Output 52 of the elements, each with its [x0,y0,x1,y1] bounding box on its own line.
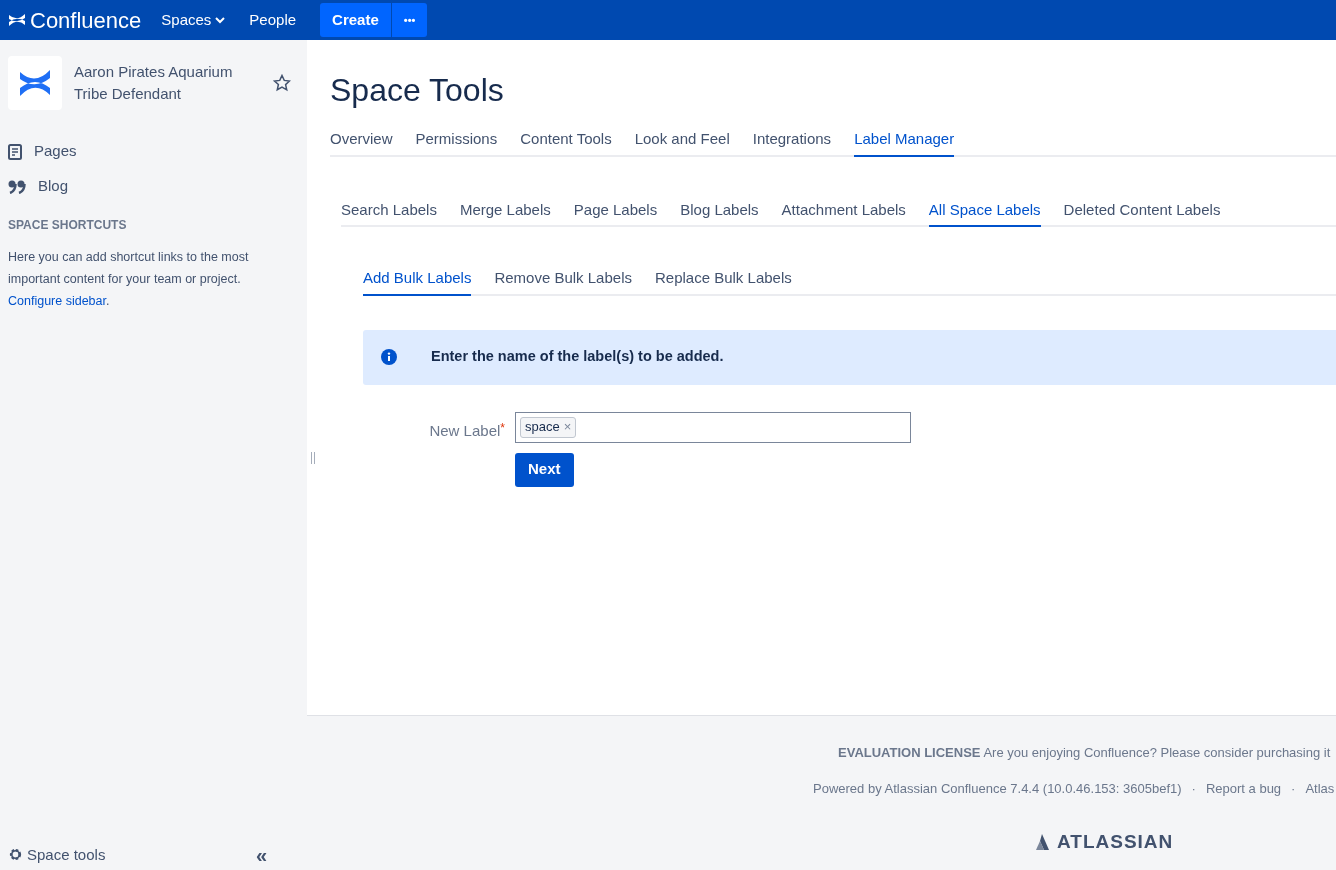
space-name: Aaron Pirates Aquarium Tribe Defendant [74,62,234,104]
tab[interactable]: Attachment Labels [781,198,906,227]
tab[interactable]: Replace Bulk Labels [655,267,792,296]
label-input-field[interactable]: space × [515,411,911,443]
tab[interactable]: Add Bulk Labels [363,267,472,296]
tab[interactable]: Content Tools [520,128,612,157]
separator-dot: · [1291,779,1296,798]
info-icon [381,349,397,365]
space-tools-link[interactable]: Space tools [8,843,106,866]
nav-link[interactable]: People [249,8,297,32]
atlassian-logo: ATLASSIAN [1035,828,1174,857]
tab[interactable]: Overview [330,128,393,157]
tab[interactable]: All Space Labels [928,198,1041,227]
tab[interactable]: Permissions [415,128,498,157]
tab[interactable]: Integrations [752,128,832,157]
more-button[interactable]: ••• [391,3,428,37]
configure-sidebar-link[interactable]: Configure sidebar [8,294,106,308]
tab[interactable]: Label Manager [854,128,955,157]
remove-tag-button[interactable]: × [563,417,572,437]
chevron-down-icon [215,16,226,24]
tab[interactable]: Remove Bulk Labels [494,267,632,296]
separator-dot: · [1191,779,1196,798]
required-asterisk: * [500,420,505,435]
tab[interactable]: Deleted Content Labels [1063,198,1221,227]
footer-link[interactable]: Report a bug [1205,778,1282,798]
label-tag: space × [520,416,577,438]
footer-link[interactable]: Atlas [1305,778,1335,798]
create-button[interactable]: Create [320,3,391,37]
page-icon [8,143,22,160]
tab[interactable]: Look and Feel [634,128,730,157]
space-logo [8,56,62,110]
confluence-logo-icon [8,12,26,28]
sidebar-item[interactable]: Blog [8,169,299,204]
field-label: New Label [429,421,501,439]
app-logo: Confluence [30,6,142,35]
section-heading: SPACE SHORTCUTS [8,217,128,234]
tab[interactable]: Search Labels [341,198,437,227]
license-notice: EVALUATION LICENSE Are you enjoying Confluence? Please consider purchasing it [838,744,1332,762]
tab[interactable]: Merge Labels [459,198,551,227]
nav-link[interactable]: Spaces [161,8,226,32]
tab[interactable]: Page Labels [573,198,658,227]
quote-icon [8,179,26,194]
sidebar-item[interactable]: Pages [8,134,299,169]
shortcuts-description: Here you can add shortcut links to the most important content for your team or project. Configure sidebar. [8,249,250,310]
gear-icon [8,847,23,863]
powered-by-text: Powered by Atlassian Confluence 7.4.4 (10.0.46.153: 3605bef1) [813,779,1182,798]
star-icon[interactable] [273,74,291,92]
info-text: Enter the name of the label(s) to be added. [431,347,724,367]
next-button[interactable]: Next [515,452,574,487]
tab[interactable]: Blog Labels [680,198,759,227]
collapse-sidebar-button[interactable]: « [255,844,267,865]
page-title: Space Tools [330,71,505,110]
